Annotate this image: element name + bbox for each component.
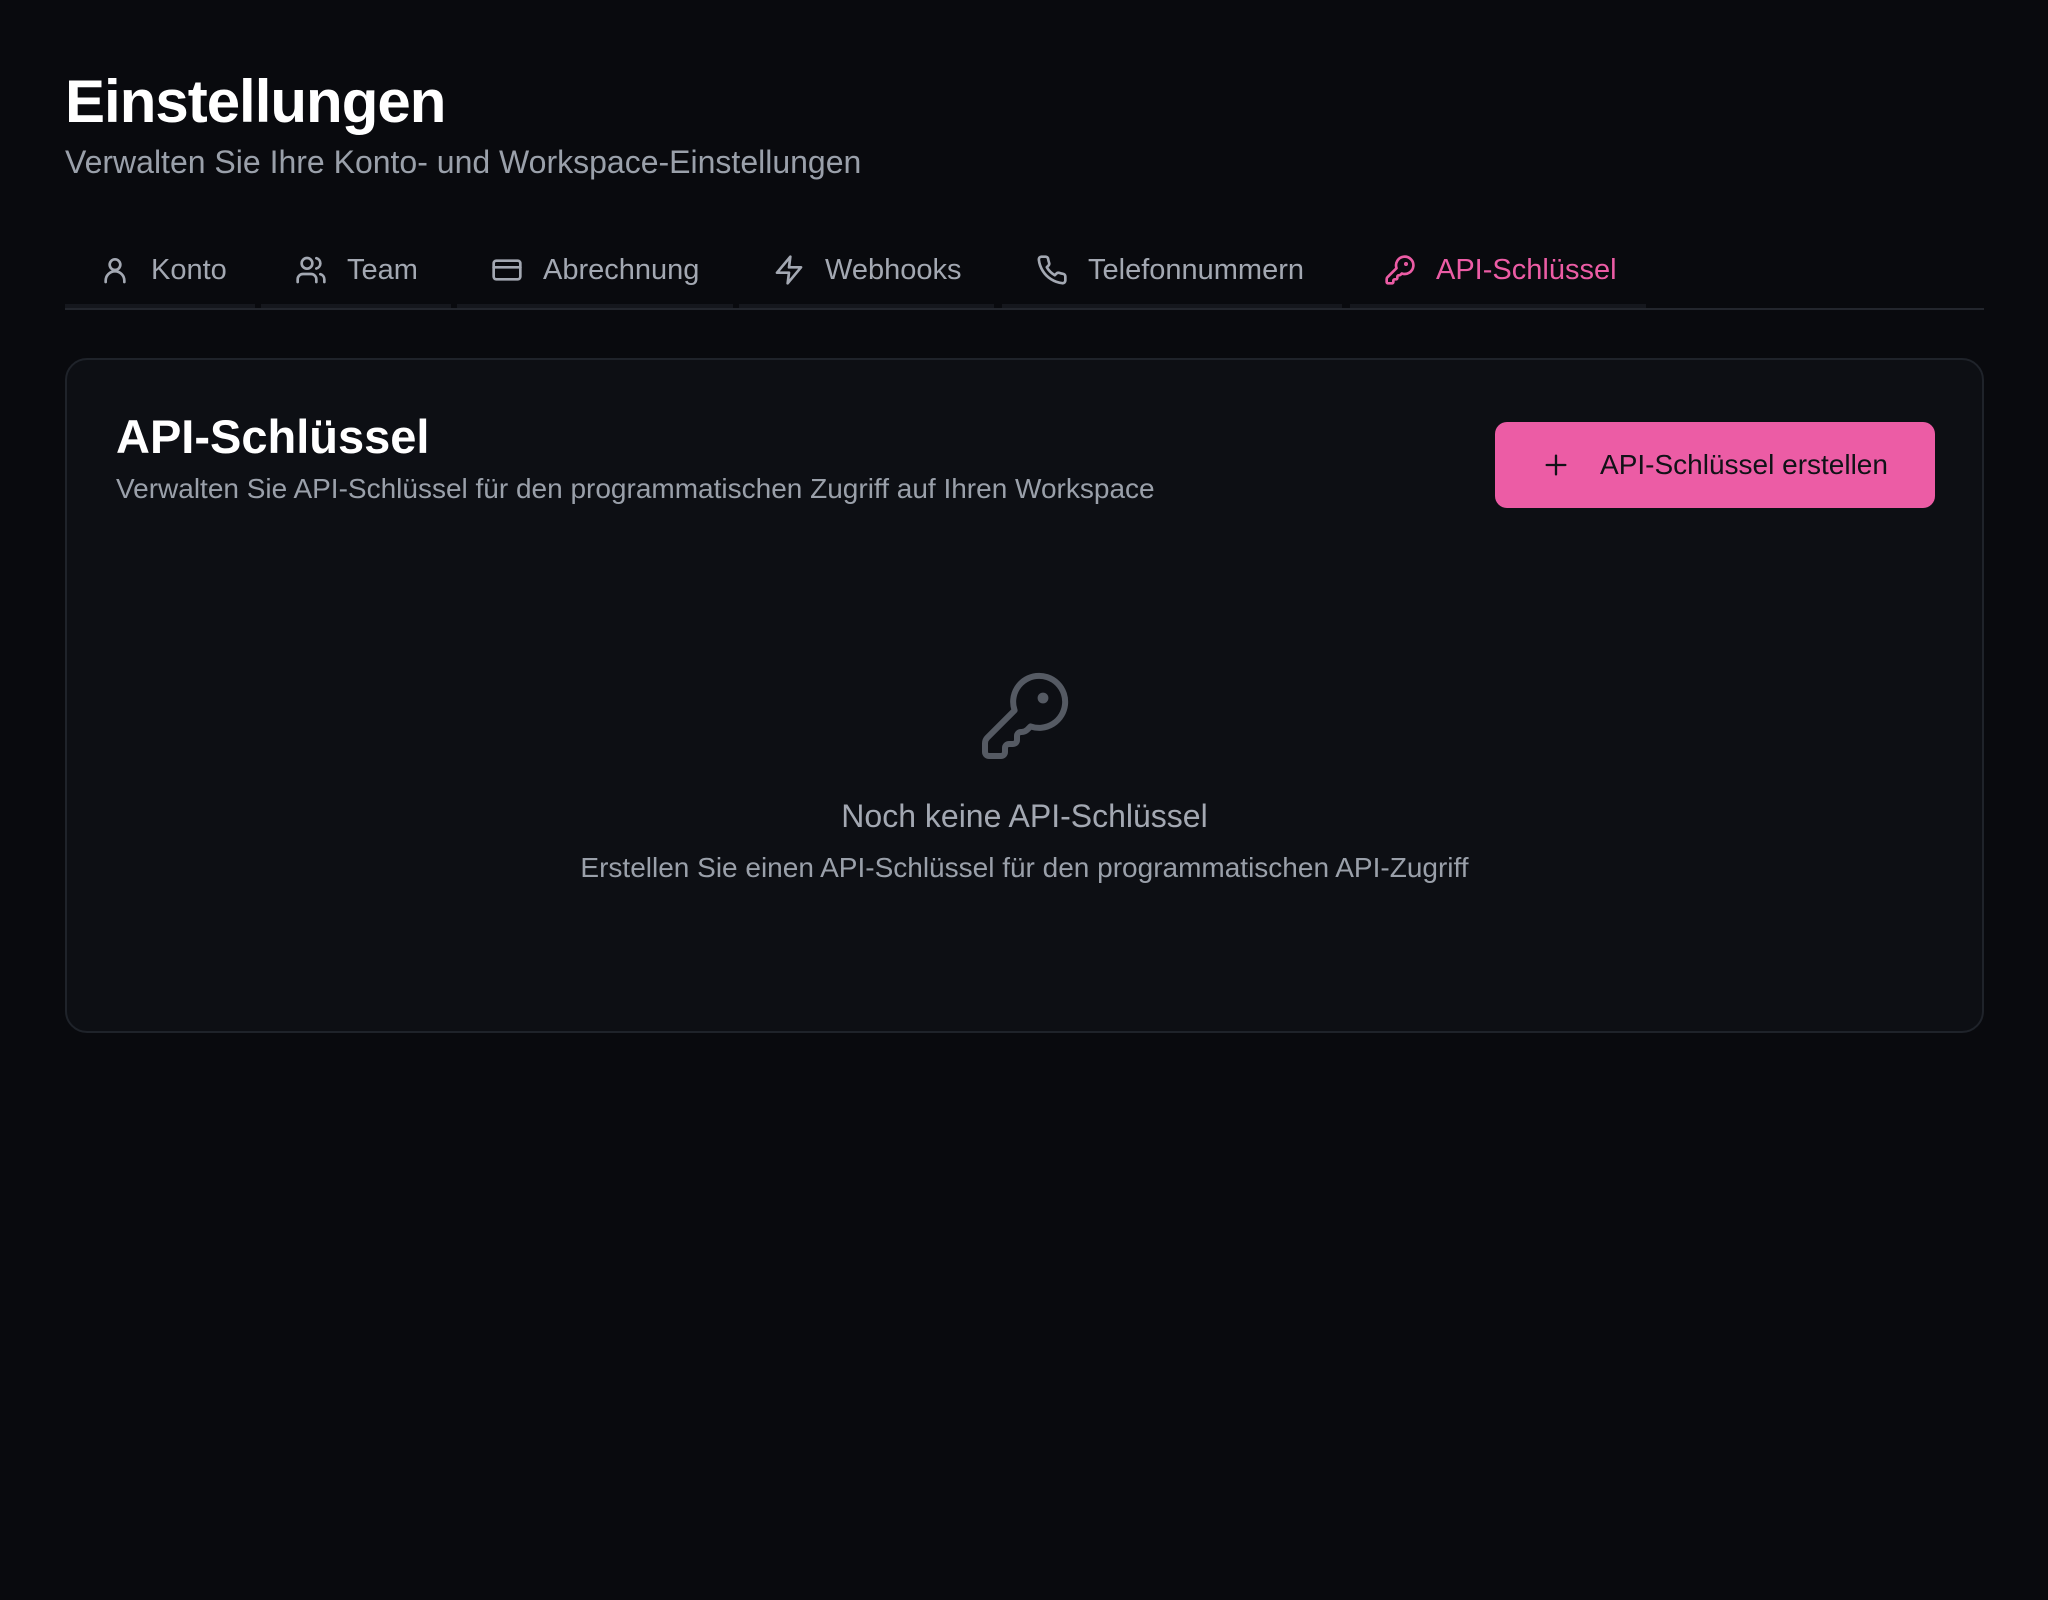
users-icon (296, 256, 326, 284)
tab-label: Webhooks (825, 253, 962, 286)
phone-icon (1037, 255, 1067, 285)
card-title: API-Schlüssel (116, 410, 430, 463)
zap-icon (775, 255, 803, 285)
create-button-label: API-Schlüssel erstellen (1600, 449, 1888, 480)
tab-api-schluessel[interactable]: API-Schlüssel (1350, 236, 1646, 308)
tab-label: Konto (151, 253, 227, 286)
settings-tabs: Konto Team Abrechnung Webhooks Telefonnu… (65, 236, 1984, 310)
empty-state-description: Erstellen Sie einen API-Schlüssel für de… (580, 852, 1469, 883)
tab-webhooks[interactable]: Webhooks (739, 236, 994, 308)
tab-label: Telefonnummern (1088, 253, 1304, 286)
empty-state-title: Noch keine API-Schlüssel (841, 798, 1208, 834)
card-description: Verwalten Sie API-Schlüssel für den prog… (116, 473, 1155, 504)
page-title: Einstellungen (65, 68, 446, 135)
tab-abrechnung[interactable]: Abrechnung (457, 236, 733, 308)
tab-team[interactable]: Team (261, 236, 451, 308)
credit-card-icon (492, 259, 522, 281)
key-icon (1385, 255, 1415, 285)
tab-label: Abrechnung (543, 253, 700, 286)
tab-label: Team (347, 253, 418, 286)
tab-label: API-Schlüssel (1436, 253, 1617, 286)
create-api-key-button[interactable]: API-Schlüssel erstellen (1495, 422, 1935, 508)
tab-konto[interactable]: Konto (65, 236, 255, 308)
user-icon (104, 258, 126, 284)
page-subtitle: Verwalten Sie Ihre Konto- und Workspace-… (65, 144, 862, 180)
tab-telefonnummern[interactable]: Telefonnummern (1002, 236, 1342, 308)
api-keys-card: API-Schlüssel Verwalten Sie API-Schlüsse… (65, 358, 1984, 1033)
plus-icon (1545, 454, 1567, 476)
key-icon (982, 672, 1069, 759)
